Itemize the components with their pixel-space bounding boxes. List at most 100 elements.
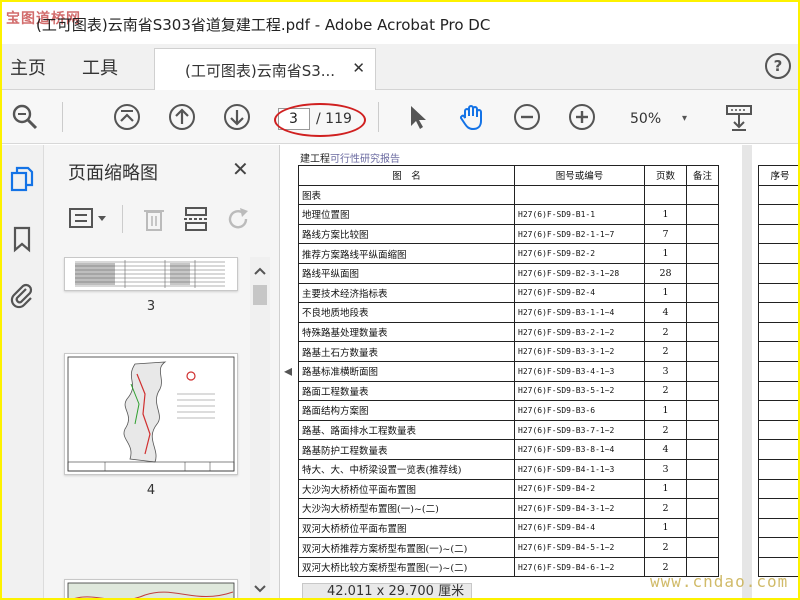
insert-page-icon[interactable] <box>182 205 210 233</box>
cell-index <box>758 439 798 460</box>
cell-pages: 2 <box>644 321 687 343</box>
table-row: 推荐方案路线平纵面缩图 H27(6)F-SD9-B2-2 1 <box>298 243 719 264</box>
cell-note <box>686 478 719 500</box>
column-header-pages: 页数 <box>644 165 687 186</box>
cell-name: 路面工程数量表 <box>298 380 515 402</box>
cell-index <box>758 262 798 284</box>
thumbnail-page-3[interactable] <box>64 257 238 291</box>
cell-pages: 1 <box>644 478 687 500</box>
menu-home[interactable]: 主页 <box>10 54 46 80</box>
select-arrow-icon[interactable] <box>402 102 432 132</box>
first-page-icon[interactable] <box>112 102 142 132</box>
hand-tool-icon[interactable] <box>457 102 487 132</box>
zoom-out-icon[interactable] <box>512 102 542 132</box>
bookmark-icon[interactable] <box>8 225 36 253</box>
acrobat-window: 宝图道桥网 (工可图表)云南省S303省道复建工程.pdf - Adobe Ac… <box>2 2 798 598</box>
chevron-down-icon[interactable]: ▾ <box>682 108 687 130</box>
cell-pages: 28 <box>644 262 687 284</box>
cell-code: H27(6)F-SD9-B1-1 <box>514 204 645 225</box>
table-row: 路线方案比较图 H27(6)F-SD9-B2-1-1~7 7 <box>298 223 719 245</box>
fit-page-icon[interactable] <box>724 102 754 132</box>
options-menu-icon[interactable] <box>68 205 112 233</box>
cell-pages: 3 <box>644 360 687 382</box>
scrollbar-thumb[interactable] <box>253 285 267 305</box>
cell-code: H27(6)F-SD9-B3-2-1~2 <box>514 321 645 343</box>
cell-index <box>758 282 798 304</box>
next-page-icon[interactable] <box>222 102 252 132</box>
cell-note <box>686 360 719 382</box>
help-icon[interactable]: ? <box>765 53 791 79</box>
document-view[interactable]: 建工程可行性研究报告 图 名 图号或编号 页数 备注 图表 地理位置图 H27(6)… <box>292 145 798 598</box>
cell-pages: 1 <box>644 517 687 539</box>
table-row <box>758 302 798 323</box>
tab-document[interactable]: (工可图表)云南省S3... ✕ <box>154 48 376 90</box>
cell-note <box>686 498 719 519</box>
cell-index <box>758 498 798 519</box>
cell-code: H27(6)F-SD9-B2-2 <box>514 243 645 264</box>
close-icon[interactable]: ✕ <box>352 59 365 77</box>
table-row <box>758 439 798 460</box>
cell-pages: 2 <box>644 498 687 519</box>
table-row: 路基土石方数量表 H27(6)F-SD9-B3-3-1~2 2 <box>298 341 719 362</box>
pdf-page-right: 序号 <box>752 145 798 598</box>
column-header-code: 图号或编号 <box>514 165 645 186</box>
thumbnail-scrollbar[interactable] <box>250 257 270 598</box>
table-row <box>758 321 798 343</box>
table-row: 路基、路面排水工程数量表 H27(6)F-SD9-B3-7-1~2 2 <box>298 419 719 441</box>
cell-note <box>686 439 719 460</box>
table-row <box>758 223 798 245</box>
cell-note <box>686 419 719 441</box>
table-row <box>758 282 798 304</box>
table-row: 大沙沟大桥桥型布置图(一)~(二) H27(6)F-SD9-B4-3-1~2 2 <box>298 498 719 519</box>
table-row: 主要技术经济指标表 H27(6)F-SD9-B2-4 1 <box>298 282 719 304</box>
cell-index <box>758 419 798 441</box>
cell-code: H27(6)F-SD9-B4-5-1~2 <box>514 537 645 558</box>
zoom-level-select[interactable]: 50% <box>630 108 661 130</box>
rotate-icon[interactable] <box>224 205 252 233</box>
column-header-name: 图 名 <box>298 165 515 186</box>
cell-code: H27(6)F-SD9-B3-8-1~4 <box>514 439 645 460</box>
drawing-index-table-right: 序号 <box>758 165 798 578</box>
cell-code: H27(6)F-SD9-B4-1-1~3 <box>514 458 645 480</box>
table-row <box>758 204 798 225</box>
thumbnails-icon[interactable] <box>8 165 36 193</box>
thumbnail-page-5[interactable] <box>64 579 238 598</box>
thumbnail-list[interactable]: 3 4 <box>54 257 270 598</box>
zoom-in-icon[interactable] <box>567 102 597 132</box>
cell-code: H27(6)F-SD9-B3-4-1~3 <box>514 360 645 382</box>
search-icon[interactable] <box>10 102 40 132</box>
cell-index <box>758 243 798 264</box>
drawing-index-table: 图 名 图号或编号 页数 备注 图表 地理位置图 H27(6)F-SD9-B1-1 1… <box>298 165 719 578</box>
page-header-main: 建工程 <box>300 154 330 165</box>
cell-note <box>686 517 719 539</box>
previous-page-icon[interactable] <box>167 102 197 132</box>
table-row <box>758 498 798 519</box>
delete-icon[interactable] <box>140 205 168 233</box>
table-row <box>758 380 798 402</box>
thumbnail-pane: 页面缩略图 ✕ 3 4 <box>44 145 280 598</box>
cell-code: H27(6)F-SD9-B4-3-1~2 <box>514 498 645 519</box>
cell-index <box>758 380 798 402</box>
cell-pages: 1 <box>644 282 687 304</box>
pane-title: 页面缩略图 <box>68 163 158 184</box>
window-title: (工可图表)云南省S303省道复建工程.pdf - Adobe Acrobat … <box>36 16 491 34</box>
cell-note <box>686 204 719 225</box>
table-row: 路面工程数量表 H27(6)F-SD9-B3-5-1~2 2 <box>298 380 719 402</box>
page-size-indicator: 42.011 x 29.700 厘米 <box>302 583 472 598</box>
table-row <box>758 184 798 206</box>
menu-tools[interactable]: 工具 <box>82 54 118 80</box>
cell-name: 路线平纵面图 <box>298 262 515 284</box>
cell-note <box>686 282 719 304</box>
cell-note <box>686 184 719 206</box>
thumbnail-page-4[interactable] <box>64 353 238 475</box>
cell-name: 路基标准横断面图 <box>298 360 515 382</box>
cell-code: H27(6)F-SD9-B3-7-1~2 <box>514 419 645 441</box>
cell-name: 大沙沟大桥桥型布置图(一)~(二) <box>298 498 515 519</box>
close-icon[interactable]: ✕ <box>232 157 249 181</box>
cell-note <box>686 243 719 264</box>
cell-pages: 1 <box>644 204 687 225</box>
cell-note <box>686 262 719 284</box>
title-bar: 宝图道桥网 (工可图表)云南省S303省道复建工程.pdf - Adobe Ac… <box>2 2 798 44</box>
cell-code: H27(6)F-SD9-B3-5-1~2 <box>514 380 645 402</box>
attachment-icon[interactable] <box>8 281 36 309</box>
